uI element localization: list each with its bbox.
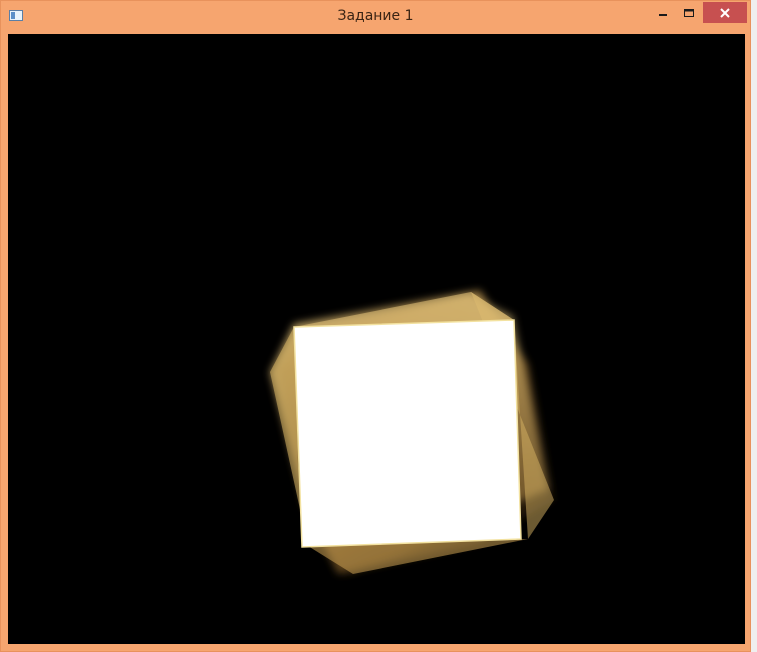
window-title: Задание 1 — [337, 8, 414, 24]
close-icon — [720, 7, 730, 18]
scene-svg — [270, 290, 554, 576]
app-window: Задание 1 — [0, 0, 751, 652]
rotating-square — [293, 319, 522, 548]
title-bar[interactable]: Задание 1 — [1, 1, 750, 32]
maximize-icon — [684, 9, 694, 17]
desktop-edge — [751, 0, 757, 652]
minimize-button[interactable] — [651, 3, 675, 23]
minimize-icon — [659, 14, 667, 16]
maximize-button[interactable] — [678, 3, 700, 23]
close-button[interactable] — [703, 2, 747, 23]
render-canvas[interactable] — [8, 34, 745, 644]
